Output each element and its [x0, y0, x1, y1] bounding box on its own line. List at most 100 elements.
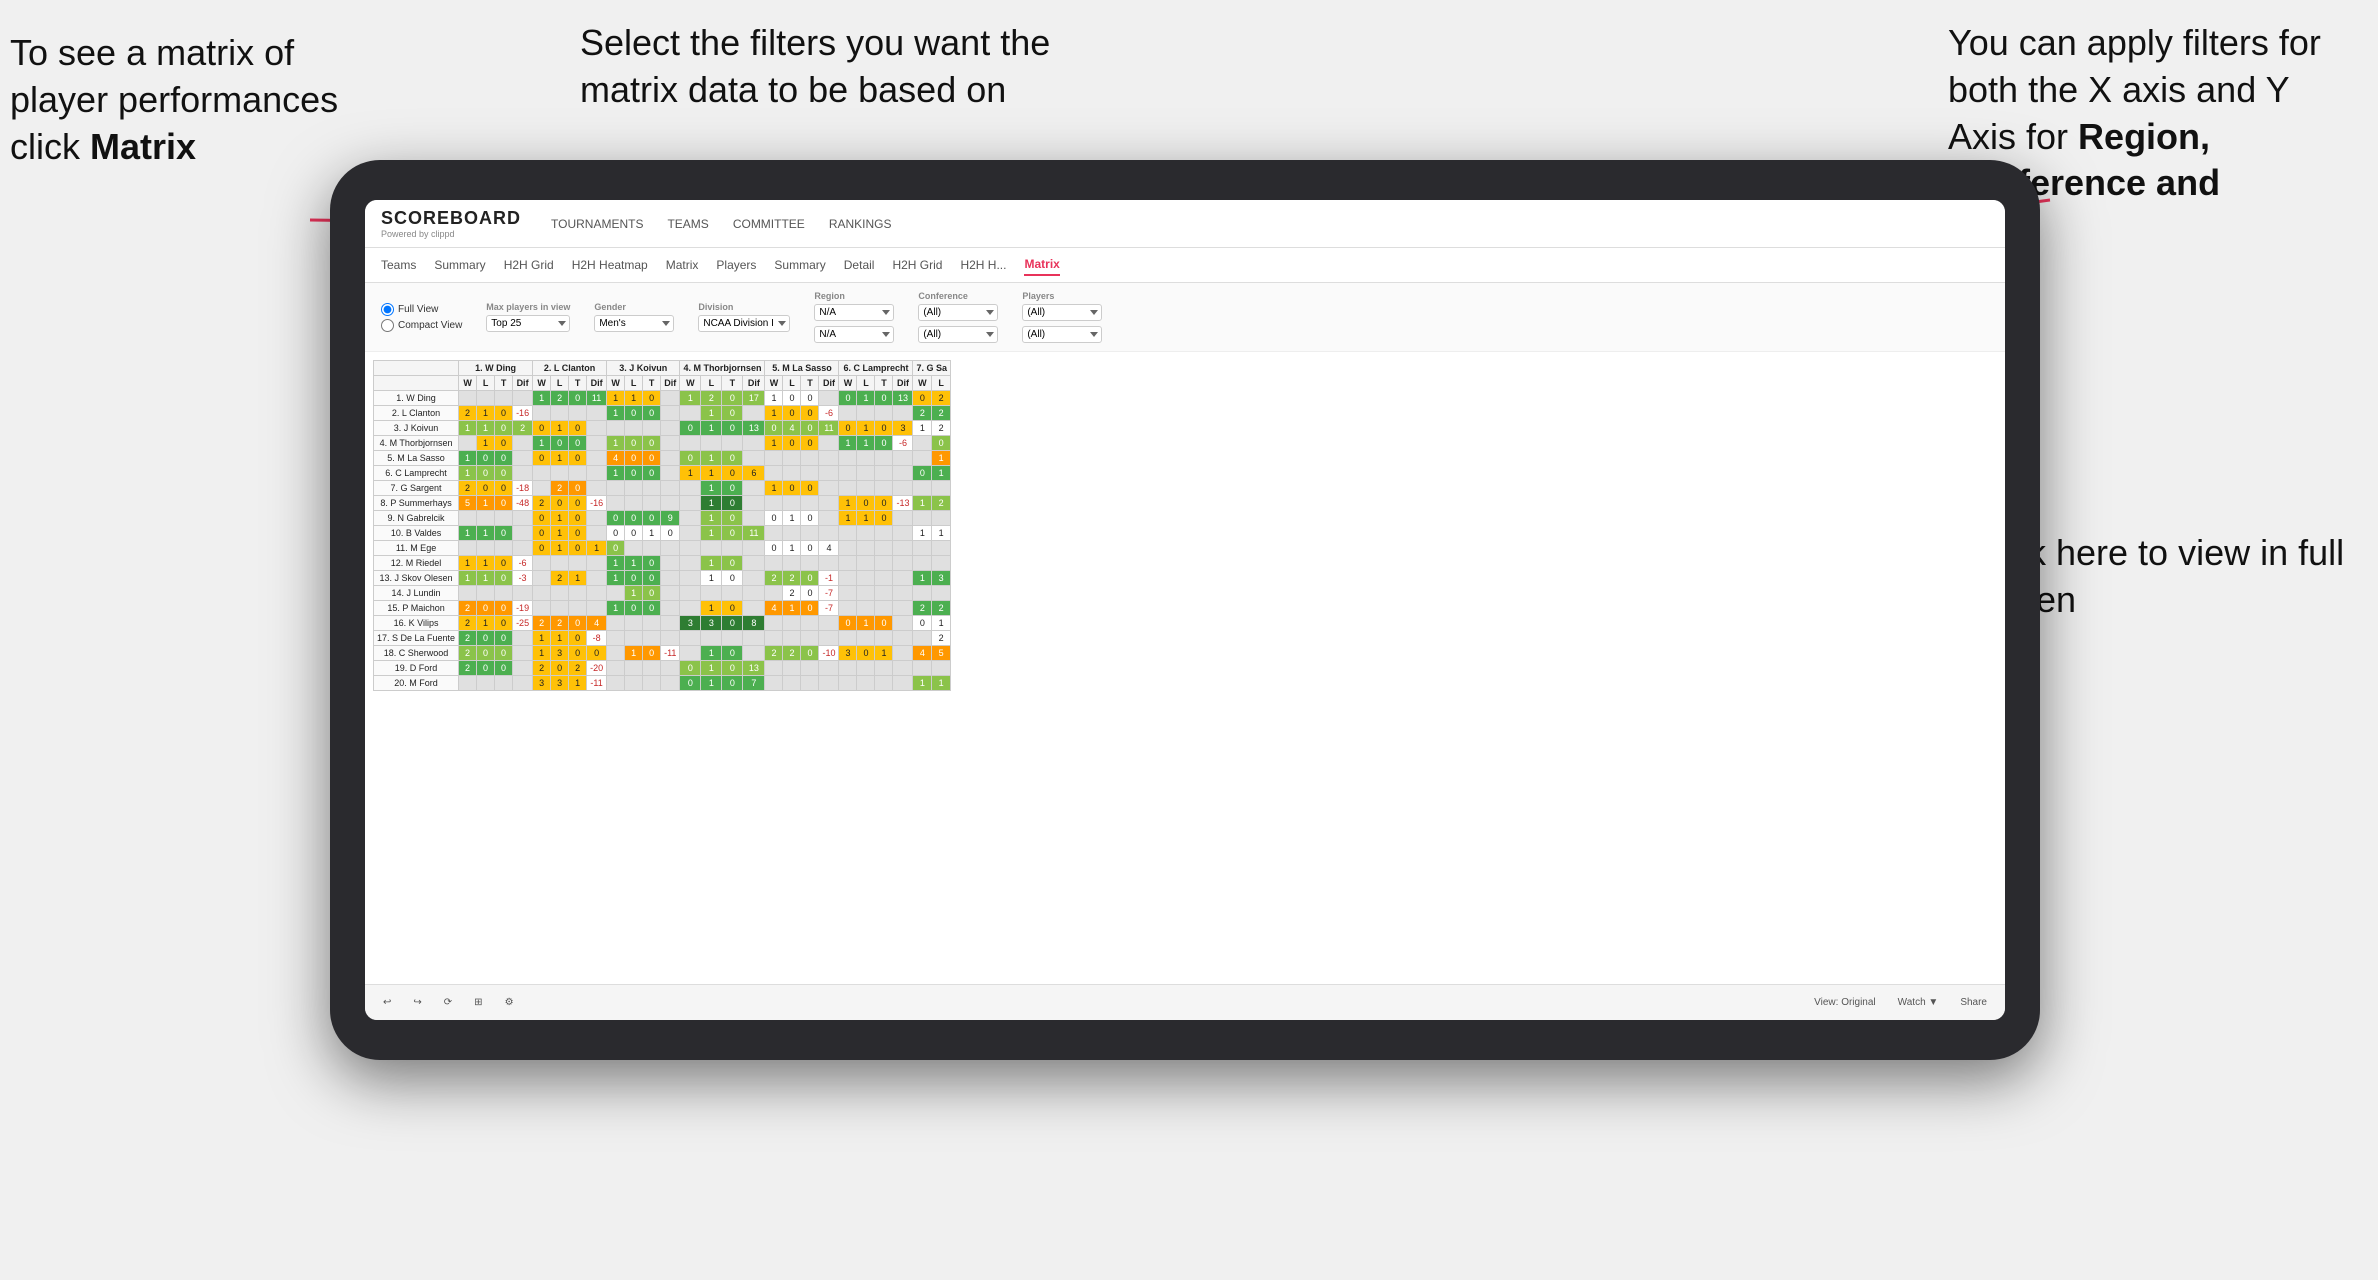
subnav-h2h-h[interactable]: H2H H...	[960, 255, 1006, 275]
view-original-btn[interactable]: View: Original	[1808, 995, 1882, 1010]
matrix-cell	[680, 436, 701, 451]
matrix-cell: 1	[783, 601, 801, 616]
matrix-cell	[477, 541, 495, 556]
gender-select[interactable]: Men's	[594, 315, 674, 332]
subnav-players[interactable]: Players	[716, 255, 756, 275]
division-select[interactable]: NCAA Division I	[698, 315, 790, 332]
redo-btn[interactable]: ↪	[407, 995, 427, 1010]
table-row: 16. K Vilips210-252204330801001	[374, 616, 951, 631]
matrix-cell: 13	[743, 421, 765, 436]
matrix-cell: -7	[819, 601, 839, 616]
matrix-cell: 0	[495, 436, 513, 451]
annotation-filters: Select the filters you want the matrix d…	[580, 20, 1100, 114]
table-row: 17. S De La Fuente200110-82	[374, 631, 951, 646]
matrix-cell: 1	[701, 571, 722, 586]
compact-view-input[interactable]	[381, 319, 394, 332]
matrix-cell	[477, 586, 495, 601]
matrix-cell: 0	[625, 571, 643, 586]
matrix-cell: 0	[495, 526, 513, 541]
refresh-btn[interactable]: ⟳	[438, 995, 458, 1010]
subnav-teams[interactable]: Teams	[381, 255, 416, 275]
region-select2[interactable]: N/A	[814, 326, 894, 343]
matrix-cell: 0	[783, 481, 801, 496]
matrix-cell: 1	[783, 541, 801, 556]
matrix-cell	[819, 391, 839, 406]
matrix-cell: 0	[495, 601, 513, 616]
settings-btn[interactable]: ⚙	[499, 995, 520, 1010]
matrix-area[interactable]: 1. W Ding 2. L Clanton 3. J Koivun 4. M …	[365, 352, 2005, 982]
compact-view-radio[interactable]: Compact View	[381, 319, 462, 332]
subnav-matrix[interactable]: Matrix	[666, 255, 699, 275]
matrix-cell	[495, 541, 513, 556]
matrix-cell	[875, 601, 893, 616]
matrix-cell	[625, 496, 643, 511]
subheader-empty	[374, 376, 459, 391]
table-row: 7. G Sargent200-182010100	[374, 481, 951, 496]
matrix-cell	[783, 451, 801, 466]
matrix-cell	[661, 481, 680, 496]
matrix-cell: 8	[743, 616, 765, 631]
matrix-cell: -6	[819, 406, 839, 421]
watch-btn[interactable]: Watch ▼	[1892, 995, 1945, 1010]
matrix-cell	[857, 526, 875, 541]
undo-btn[interactable]: ↩	[377, 995, 397, 1010]
wding-w: W	[459, 376, 477, 391]
matrix-cell	[513, 466, 533, 481]
jkoivun-l: L	[625, 376, 643, 391]
conference-select1[interactable]: (All)	[918, 304, 998, 321]
matrix-cell	[533, 406, 551, 421]
matrix-cell	[743, 436, 765, 451]
players-select2[interactable]: (All)	[1022, 326, 1102, 343]
matrix-cell	[893, 571, 913, 586]
matrix-cell: 2	[932, 601, 951, 616]
matrix-cell: 2	[533, 616, 551, 631]
subnav-h2h-grid2[interactable]: H2H Grid	[892, 255, 942, 275]
matrix-cell: 0	[495, 496, 513, 511]
matrix-cell: -6	[513, 556, 533, 571]
matrix-cell	[551, 556, 569, 571]
region-select1[interactable]: N/A	[814, 304, 894, 321]
matrix-cell: 0	[569, 526, 587, 541]
subnav-h2h-grid[interactable]: H2H Grid	[504, 255, 554, 275]
matrix-cell: 0	[801, 481, 819, 496]
subnav-summary2[interactable]: Summary	[774, 255, 825, 275]
gsa-w: W	[913, 376, 932, 391]
nav-tournaments[interactable]: TOURNAMENTS	[551, 213, 643, 235]
conference-select2[interactable]: (All)	[918, 326, 998, 343]
matrix-cell	[765, 526, 783, 541]
matrix-cell: 0	[495, 466, 513, 481]
tablet-screen: SCOREBOARD Powered by clippd TOURNAMENTS…	[365, 200, 2005, 1020]
players-select1[interactable]: (All)	[1022, 304, 1102, 321]
matrix-cell: -7	[819, 586, 839, 601]
matrix-cell: 0	[722, 661, 743, 676]
players-label: Players	[1022, 291, 1102, 301]
table-row: 1. W Ding12011110120171000101302	[374, 391, 951, 406]
subnav-matrix-active[interactable]: Matrix	[1024, 254, 1059, 276]
matrix-cell	[495, 511, 513, 526]
nav-committee[interactable]: COMMITTEE	[733, 213, 805, 235]
matrix-cell: 0	[533, 511, 551, 526]
subnav-summary[interactable]: Summary	[434, 255, 485, 275]
subnav-detail[interactable]: Detail	[844, 255, 875, 275]
zoom-btn[interactable]: ⊞	[468, 995, 488, 1010]
gender-filter: Gender Men's	[594, 302, 674, 332]
full-view-input[interactable]	[381, 303, 394, 316]
matrix-cell	[875, 451, 893, 466]
matrix-cell	[587, 421, 607, 436]
matrix-cell	[839, 541, 857, 556]
share-btn[interactable]: Share	[1954, 995, 1993, 1010]
matrix-cell	[857, 631, 875, 646]
nav-teams[interactable]: TEAMS	[667, 213, 708, 235]
nav-rankings[interactable]: RANKINGS	[829, 213, 892, 235]
matrix-cell	[839, 586, 857, 601]
matrix-cell: 1	[533, 646, 551, 661]
wding-dif: Dif	[513, 376, 533, 391]
matrix-cell	[643, 661, 661, 676]
matrix-cell: 1	[459, 556, 477, 571]
max-players-select[interactable]: Top 25	[486, 315, 570, 332]
matrix-cell	[513, 511, 533, 526]
full-view-radio[interactable]: Full View	[381, 303, 462, 316]
matrix-cell: 1	[607, 601, 625, 616]
subnav-h2h-heatmap[interactable]: H2H Heatmap	[572, 255, 648, 275]
matrix-cell: 0	[801, 646, 819, 661]
